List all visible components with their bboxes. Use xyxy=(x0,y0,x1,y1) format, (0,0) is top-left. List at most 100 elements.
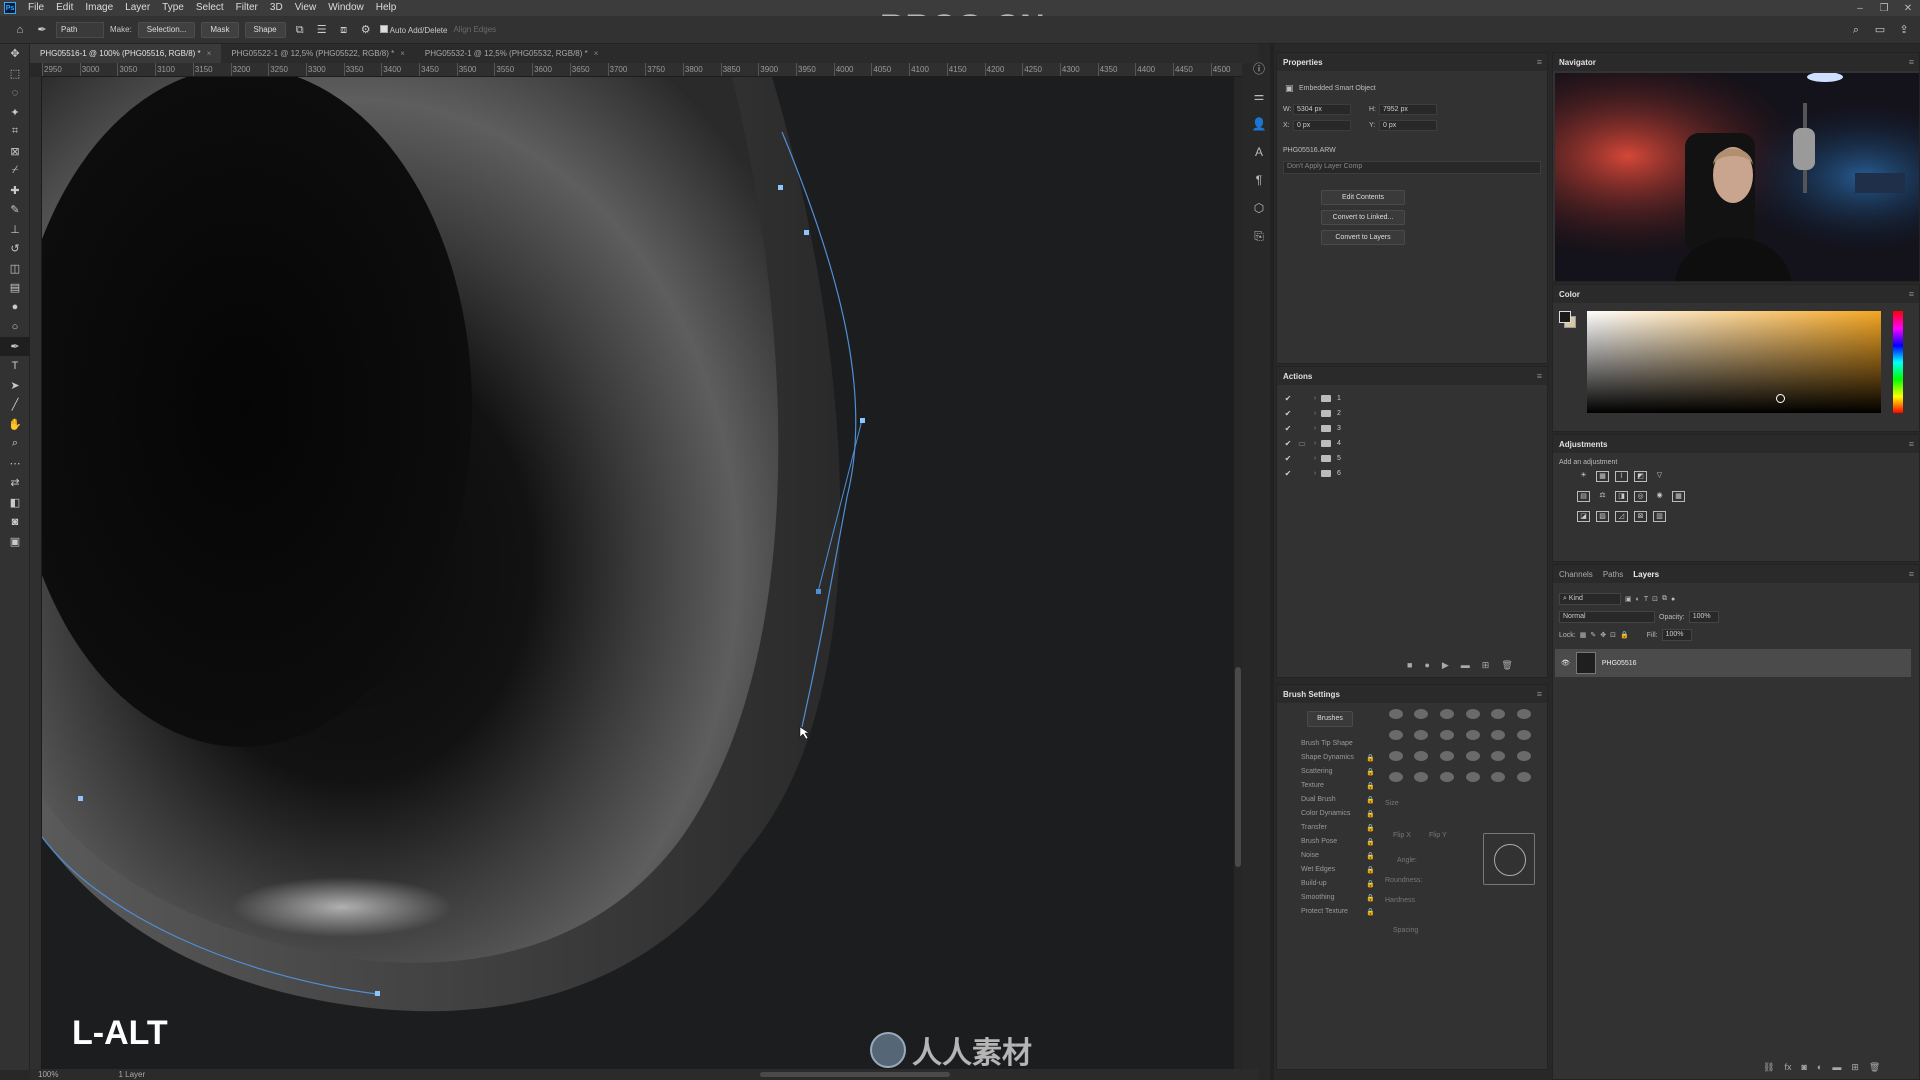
panel-menu-icon[interactable]: ≡ xyxy=(1909,569,1914,579)
brush-tip[interactable] xyxy=(1388,709,1403,719)
make-mask-button[interactable]: Mask xyxy=(201,21,239,38)
brush-angle-preview[interactable] xyxy=(1483,833,1535,885)
lock-icon[interactable]: 🔒 xyxy=(1366,824,1375,832)
eye-icon[interactable]: 👁 xyxy=(1561,659,1570,667)
make-shape-button[interactable]: Shape xyxy=(244,21,286,38)
lock-icon[interactable]: 🔒 xyxy=(1366,796,1375,804)
exposure-icon[interactable]: ◩ xyxy=(1634,471,1647,482)
delete-layer-icon[interactable]: 🗑 xyxy=(1869,1062,1880,1073)
panel-menu-icon[interactable]: ≡ xyxy=(1537,689,1542,699)
flip-x-checkbox[interactable]: Flip X xyxy=(1393,832,1411,839)
search-icon[interactable]: ⌕ xyxy=(1848,22,1864,38)
lock-icon[interactable]: 🔒 xyxy=(1366,866,1375,874)
height-field[interactable]: 7952 px xyxy=(1379,104,1437,115)
home-icon[interactable]: ⌂ xyxy=(12,22,28,38)
color-balance-icon[interactable]: ⚖ xyxy=(1596,491,1609,502)
scrollbar-thumb[interactable] xyxy=(1235,667,1241,867)
lock-icon[interactable]: 🔒 xyxy=(1366,894,1375,902)
minimize-icon[interactable]: – xyxy=(1848,3,1872,14)
character-icon[interactable]: A xyxy=(1246,138,1272,166)
brush-option[interactable]: Protect Texture xyxy=(1301,908,1348,915)
gear-icon[interactable]: ⚙ xyxy=(358,22,374,38)
brush-tip[interactable] xyxy=(1491,730,1506,740)
zoom-level[interactable]: 100% xyxy=(38,1070,58,1079)
document-tab-3[interactable]: PHG05532-1 @ 12,5% (PHG05532, RGB/8) * × xyxy=(415,44,609,63)
filter-pixel-icon[interactable]: ▣ xyxy=(1625,595,1632,603)
pen-tool-preset-icon[interactable]: ✒ xyxy=(34,22,50,38)
hand-tool-icon[interactable]: ✋ xyxy=(0,415,30,435)
lock-transparent-icon[interactable]: ▦ xyxy=(1580,631,1587,639)
channel-mixer-icon[interactable]: ◉ xyxy=(1653,491,1666,502)
brushes-button[interactable]: Brushes xyxy=(1307,711,1353,727)
lasso-tool-icon[interactable]: ◌ xyxy=(0,83,30,103)
document-tab-1[interactable]: PHG05516-1 @ 100% (PHG05516, RGB/8) * × xyxy=(30,44,222,63)
line-tool-icon[interactable]: ╱ xyxy=(0,395,30,415)
close-tab-icon[interactable]: × xyxy=(594,49,599,58)
panel-menu-icon[interactable]: ≡ xyxy=(1537,57,1542,67)
lock-icon[interactable]: 🔒 xyxy=(1366,768,1375,776)
layer-comp-select[interactable]: Don't Apply Layer Comp xyxy=(1283,161,1541,174)
menu-view[interactable]: View xyxy=(289,0,323,16)
record-icon[interactable]: ● xyxy=(1424,660,1429,671)
brush-option[interactable]: Wet Edges xyxy=(1301,866,1335,873)
brush-tip[interactable] xyxy=(1465,709,1480,719)
brush-option[interactable]: Dual Brush xyxy=(1301,796,1336,803)
path-alignment-icon[interactable]: ☰ xyxy=(314,22,330,38)
brush-tip[interactable] xyxy=(1491,751,1506,761)
check-icon[interactable]: ✔ xyxy=(1281,454,1295,463)
screen-mode-icon[interactable]: ▣ xyxy=(0,532,30,552)
3d-cube-icon[interactable]: ⬡ xyxy=(1246,194,1272,222)
filter-kind-select[interactable]: ⌕ Kind xyxy=(1559,593,1621,605)
path-mode-select[interactable]: Path xyxy=(56,21,104,38)
brightness-icon[interactable]: ☀ xyxy=(1577,471,1590,482)
auto-add-delete-checkbox[interactable]: Auto Add/Delete xyxy=(379,24,447,35)
menu-filter[interactable]: Filter xyxy=(230,0,264,16)
edit-contents-button[interactable]: Edit Contents xyxy=(1321,190,1405,205)
panel-menu-icon[interactable]: ≡ xyxy=(1909,57,1914,67)
new-group-icon[interactable]: ▬ xyxy=(1832,1062,1841,1073)
path-operations-icon[interactable]: ⧉ xyxy=(292,22,308,38)
eraser-tool-icon[interactable]: ◫ xyxy=(0,259,30,279)
brush-tip[interactable] xyxy=(1414,709,1429,719)
dialog-toggle-icon[interactable]: ▭ xyxy=(1295,439,1309,448)
people-icon[interactable]: 👤 xyxy=(1246,110,1272,138)
brush-tip[interactable] xyxy=(1517,751,1532,761)
menu-select[interactable]: Select xyxy=(190,0,230,16)
brush-tip[interactable] xyxy=(1414,751,1429,761)
brush-tip[interactable] xyxy=(1465,772,1480,782)
gradient-tool-icon[interactable]: ▤ xyxy=(0,278,30,298)
posterize-icon[interactable]: ▨ xyxy=(1596,511,1609,522)
new-adjustment-icon[interactable]: ◐ xyxy=(1817,1062,1822,1073)
adjust-sliders-icon[interactable]: ⚌ xyxy=(1246,82,1272,110)
lock-icon[interactable]: 🔒 xyxy=(1366,838,1375,846)
lock-icon[interactable]: 🔒 xyxy=(1366,852,1375,860)
hue-slider[interactable] xyxy=(1893,311,1903,413)
move-tool-icon[interactable]: ✥ xyxy=(0,44,30,64)
frame-tool-icon[interactable]: ⊠ xyxy=(0,142,30,162)
close-icon[interactable]: ✕ xyxy=(1896,3,1920,14)
layer-thumbnail[interactable] xyxy=(1575,652,1596,674)
lock-all-icon[interactable]: 🔒 xyxy=(1620,631,1629,639)
check-icon[interactable]: ✔ xyxy=(1281,469,1295,478)
quick-mask-icon[interactable]: ◙ xyxy=(0,512,30,532)
tab-layers[interactable]: Layers xyxy=(1633,570,1659,579)
lock-icon[interactable]: 🔒 xyxy=(1366,810,1375,818)
brush-tip[interactable] xyxy=(1414,730,1429,740)
history-brush-tool-icon[interactable]: ↺ xyxy=(0,239,30,259)
path-selection-tool-icon[interactable]: ➤ xyxy=(0,376,30,396)
spacing-checkbox[interactable]: Spacing xyxy=(1393,927,1418,934)
eyedropper-tool-icon[interactable]: ⌿ xyxy=(0,161,30,181)
chevron-right-icon[interactable]: › xyxy=(1309,440,1321,447)
chevron-right-icon[interactable]: › xyxy=(1309,395,1321,402)
brush-option[interactable]: Brush Pose xyxy=(1301,838,1337,845)
brush-option[interactable]: Transfer xyxy=(1301,824,1327,831)
tab-channels[interactable]: Channels xyxy=(1559,570,1593,579)
tab-paths[interactable]: Paths xyxy=(1603,570,1623,579)
brush-tip[interactable] xyxy=(1440,709,1455,719)
color-picker-field[interactable] xyxy=(1587,311,1881,413)
brush-tip[interactable] xyxy=(1440,730,1455,740)
new-set-icon[interactable]: ▬ xyxy=(1461,660,1470,671)
info-icon[interactable]: ⓘ xyxy=(1246,54,1272,82)
brush-tool-icon[interactable]: ✎ xyxy=(0,200,30,220)
brush-tip[interactable] xyxy=(1491,709,1506,719)
